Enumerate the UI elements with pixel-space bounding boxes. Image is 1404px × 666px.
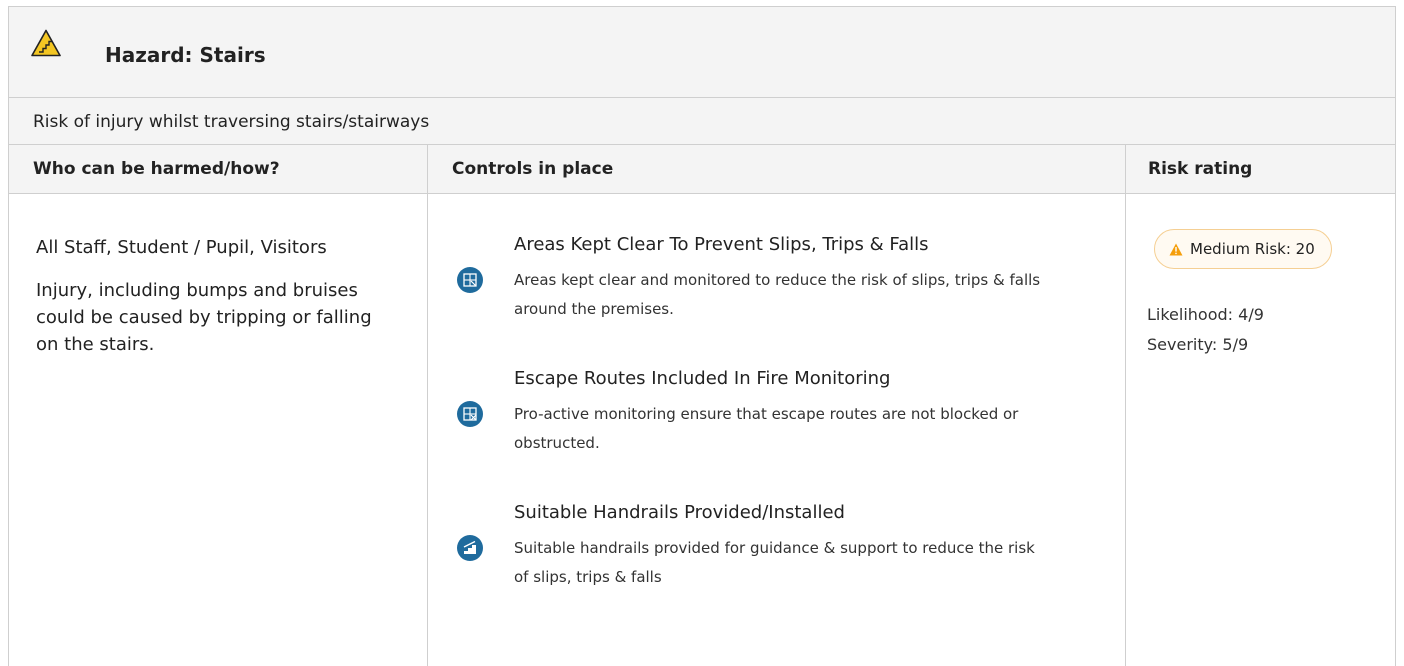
column-divider	[1125, 145, 1126, 666]
blocked-area-icon	[457, 267, 483, 293]
hazard-title: Hazard: Stairs	[105, 43, 266, 67]
control-description: Pro-active monitoring ensure that escape…	[514, 405, 1019, 452]
hazard-title-row: Hazard: Stairs	[9, 7, 1395, 98]
warning-icon	[1169, 243, 1183, 255]
severity-value: Severity: 5/9	[1147, 335, 1249, 354]
likelihood-value: Likelihood: 4/9	[1147, 305, 1264, 324]
hazard-description-row: Risk of injury whilst traversing stairs/…	[9, 98, 1395, 145]
column-divider	[427, 145, 428, 666]
who-harmed-cell: All Staff, Student / Pupil, Visitors Inj…	[36, 234, 396, 374]
risk-label: Medium Risk: 20	[1190, 240, 1315, 258]
risk-details: Likelihood: 4/9 Severity: 5/9	[1147, 300, 1264, 360]
control-description: Suitable handrails provided for guidance…	[514, 539, 1035, 586]
hazard-description: Risk of injury whilst traversing stairs/…	[33, 112, 430, 132]
header-risk-rating: Risk rating	[1148, 159, 1253, 179]
affected-groups: All Staff, Student / Pupil, Visitors	[36, 237, 327, 258]
escape-route-icon	[457, 401, 483, 427]
risk-badge: Medium Risk: 20	[1154, 229, 1332, 269]
header-controls: Controls in place	[452, 159, 614, 179]
harm-description: Injury, including bumps and bruises coul…	[36, 280, 372, 355]
control-title: Suitable Handrails Provided/Installed	[514, 502, 845, 523]
header-who-harmed: Who can be harmed/how?	[33, 159, 280, 179]
table-header-row: Who can be harmed/how? Controls in place…	[9, 145, 1395, 194]
stairs-warning-icon	[31, 29, 61, 57]
control-description: Areas kept clear and monitored to reduce…	[514, 271, 1041, 318]
control-title: Escape Routes Included In Fire Monitorin…	[514, 368, 891, 389]
control-title: Areas Kept Clear To Prevent Slips, Trips…	[514, 234, 929, 255]
handrail-icon	[457, 535, 483, 561]
